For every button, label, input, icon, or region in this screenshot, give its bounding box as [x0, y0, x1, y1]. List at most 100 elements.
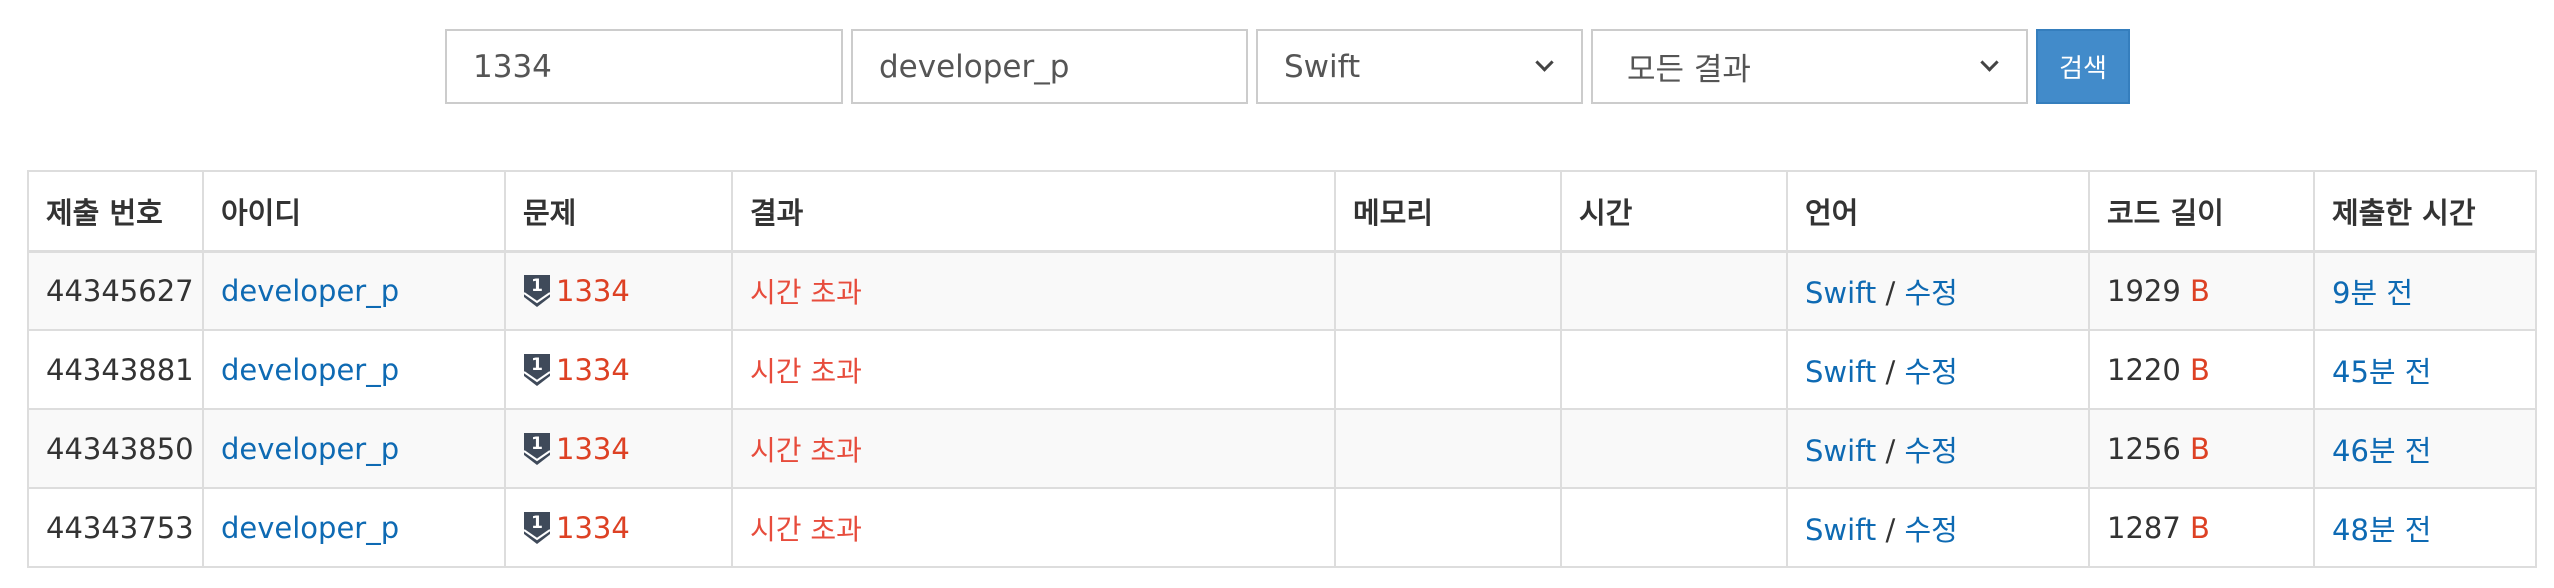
- result-cell: 시간 초과: [731, 487, 1336, 568]
- problem-cell: 1 1334: [504, 408, 733, 489]
- code-length-value: 1287: [2107, 510, 2181, 545]
- result-text: 시간 초과: [750, 354, 862, 388]
- user-link[interactable]: developer_p: [221, 432, 399, 466]
- problem-link[interactable]: 1334: [556, 511, 630, 545]
- tier-badge-icon: 1: [523, 274, 551, 307]
- time-cell: [1560, 329, 1788, 410]
- code-length-cell: 1287 B: [2088, 487, 2315, 568]
- submission-id: 44343850: [27, 408, 204, 489]
- search-form: Swift 모든 결과 검색: [445, 29, 2130, 104]
- header-result: 결과: [731, 170, 1336, 253]
- language-link[interactable]: Swift: [1805, 276, 1876, 310]
- time-cell: [1560, 487, 1788, 568]
- chevron-down-icon: [1535, 53, 1554, 72]
- code-length-cell: 1256 B: [2088, 408, 2315, 489]
- header-submission-id: 제출 번호: [27, 170, 204, 253]
- memory-cell: [1334, 250, 1562, 331]
- language-cell: Swift / 수정: [1786, 250, 2090, 331]
- language-select[interactable]: Swift: [1256, 29, 1583, 104]
- edit-link[interactable]: 수정: [1904, 355, 1957, 389]
- search-button[interactable]: 검색: [2036, 29, 2130, 104]
- svg-text:1: 1: [531, 276, 543, 296]
- result-select[interactable]: 모든 결과: [1591, 29, 2028, 104]
- language-cell: Swift / 수정: [1786, 408, 2090, 489]
- svg-text:1: 1: [531, 434, 543, 454]
- header-memory: 메모리: [1334, 170, 1562, 253]
- problem-link[interactable]: 1334: [556, 432, 630, 466]
- language-separator: /: [1885, 354, 1896, 389]
- result-text: 시간 초과: [750, 433, 862, 467]
- status-table: 제출 번호 아이디 문제 결과 메모리 시간 언어 코드 길이 제출한 시간 4…: [27, 170, 2537, 568]
- problem-link[interactable]: 1334: [556, 353, 630, 387]
- submitted-time-link[interactable]: 9분 전: [2332, 276, 2413, 310]
- edit-link[interactable]: 수정: [1904, 434, 1957, 468]
- user-id-cell: developer_p: [202, 487, 506, 568]
- submitted-time-link[interactable]: 45분 전: [2332, 355, 2431, 389]
- table-row: 44343881 developer_p 1 1334 시간 초과 Swift …: [27, 329, 2537, 410]
- edit-link[interactable]: 수정: [1904, 513, 1957, 547]
- code-length-unit: B: [2190, 352, 2210, 387]
- result-cell: 시간 초과: [731, 408, 1336, 489]
- header-submitted-time: 제출한 시간: [2313, 170, 2537, 253]
- language-separator: /: [1885, 512, 1896, 547]
- submission-id: 44343753: [27, 487, 204, 568]
- problem-cell: 1 1334: [504, 487, 733, 568]
- header-problem: 문제: [504, 170, 733, 253]
- time-cell: [1560, 408, 1788, 489]
- user-id-input[interactable]: [851, 29, 1248, 104]
- header-user-id: 아이디: [202, 170, 506, 253]
- problem-id-input[interactable]: [445, 29, 843, 104]
- tier-badge-icon: 1: [523, 353, 551, 386]
- submitted-time-cell: 45분 전: [2313, 329, 2537, 410]
- submission-id: 44343881: [27, 329, 204, 410]
- code-length-cell: 1929 B: [2088, 250, 2315, 331]
- language-select-value: Swift: [1284, 48, 1361, 85]
- submitted-time-cell: 9분 전: [2313, 250, 2537, 331]
- language-link[interactable]: Swift: [1805, 513, 1876, 547]
- language-cell: Swift / 수정: [1786, 487, 2090, 568]
- problem-link[interactable]: 1334: [556, 274, 630, 308]
- code-length-unit: B: [2190, 273, 2210, 308]
- submission-id: 44345627: [27, 250, 204, 331]
- memory-cell: [1334, 487, 1562, 568]
- result-select-value: 모든 결과: [1627, 52, 1751, 88]
- user-id-cell: developer_p: [202, 408, 506, 489]
- submitted-time-link[interactable]: 48분 전: [2332, 513, 2431, 547]
- result-text: 시간 초과: [750, 275, 862, 309]
- code-length-unit: B: [2190, 510, 2210, 545]
- result-cell: 시간 초과: [731, 250, 1336, 331]
- code-length-cell: 1220 B: [2088, 329, 2315, 410]
- memory-cell: [1334, 408, 1562, 489]
- status-page: Swift 모든 결과 검색 제출 번호 아이디 문제 결과: [0, 0, 2554, 588]
- header-language: 언어: [1786, 170, 2090, 253]
- svg-text:1: 1: [531, 355, 543, 375]
- table-header-row: 제출 번호 아이디 문제 결과 메모리 시간 언어 코드 길이 제출한 시간: [27, 170, 2537, 253]
- memory-cell: [1334, 329, 1562, 410]
- user-link[interactable]: developer_p: [221, 274, 399, 308]
- user-link[interactable]: developer_p: [221, 353, 399, 387]
- language-link[interactable]: Swift: [1805, 434, 1876, 468]
- language-link[interactable]: Swift: [1805, 355, 1876, 389]
- table-row: 44343850 developer_p 1 1334 시간 초과 Swift …: [27, 408, 2537, 489]
- submitted-time-cell: 48분 전: [2313, 487, 2537, 568]
- time-cell: [1560, 250, 1788, 331]
- submitted-time-cell: 46분 전: [2313, 408, 2537, 489]
- code-length-value: 1256: [2107, 431, 2181, 466]
- header-code-length: 코드 길이: [2088, 170, 2315, 253]
- problem-cell: 1 1334: [504, 250, 733, 331]
- tier-badge-icon: 1: [523, 511, 551, 544]
- table-row: 44343753 developer_p 1 1334 시간 초과 Swift …: [27, 487, 2537, 568]
- code-length-unit: B: [2190, 431, 2210, 466]
- chevron-down-icon: [1980, 53, 1999, 72]
- language-cell: Swift / 수정: [1786, 329, 2090, 410]
- user-id-cell: developer_p: [202, 329, 506, 410]
- language-separator: /: [1885, 275, 1896, 310]
- svg-text:1: 1: [531, 513, 543, 533]
- submitted-time-link[interactable]: 46분 전: [2332, 434, 2431, 468]
- user-link[interactable]: developer_p: [221, 511, 399, 545]
- edit-link[interactable]: 수정: [1904, 276, 1957, 310]
- result-cell: 시간 초과: [731, 329, 1336, 410]
- user-id-cell: developer_p: [202, 250, 506, 331]
- tier-badge-icon: 1: [523, 432, 551, 465]
- table-row: 44345627 developer_p 1 1334 시간 초과 Swift …: [27, 250, 2537, 331]
